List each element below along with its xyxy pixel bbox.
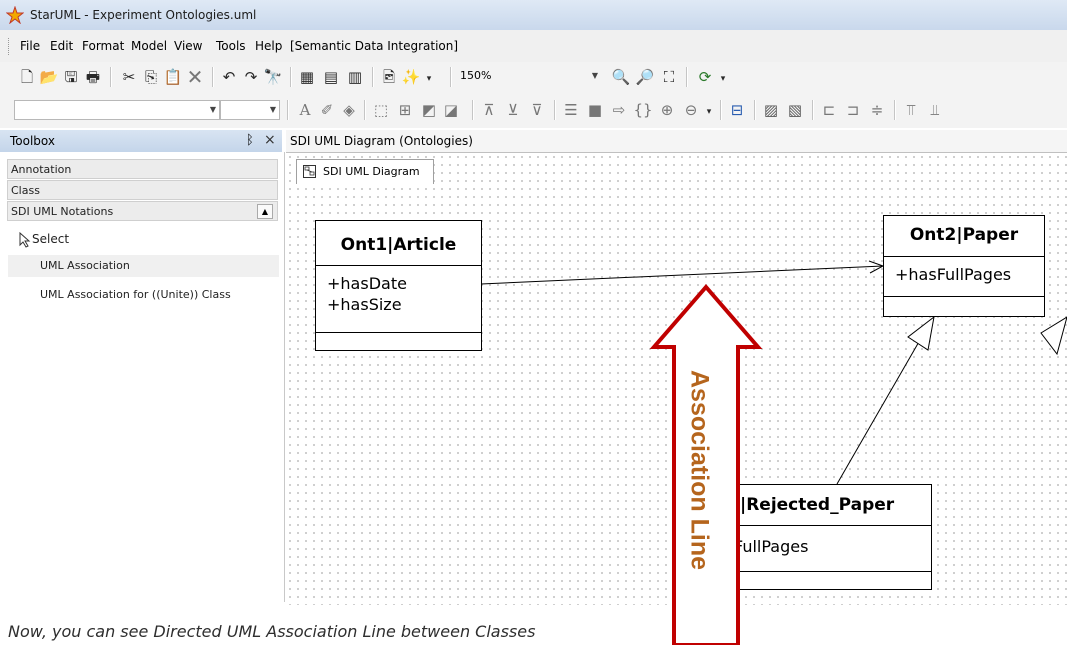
annotation-label: Association Line <box>685 370 713 570</box>
annotation-overlay: Association Line <box>649 283 763 645</box>
caption-text: Now, you can see Directed UML Associatio… <box>8 622 536 641</box>
